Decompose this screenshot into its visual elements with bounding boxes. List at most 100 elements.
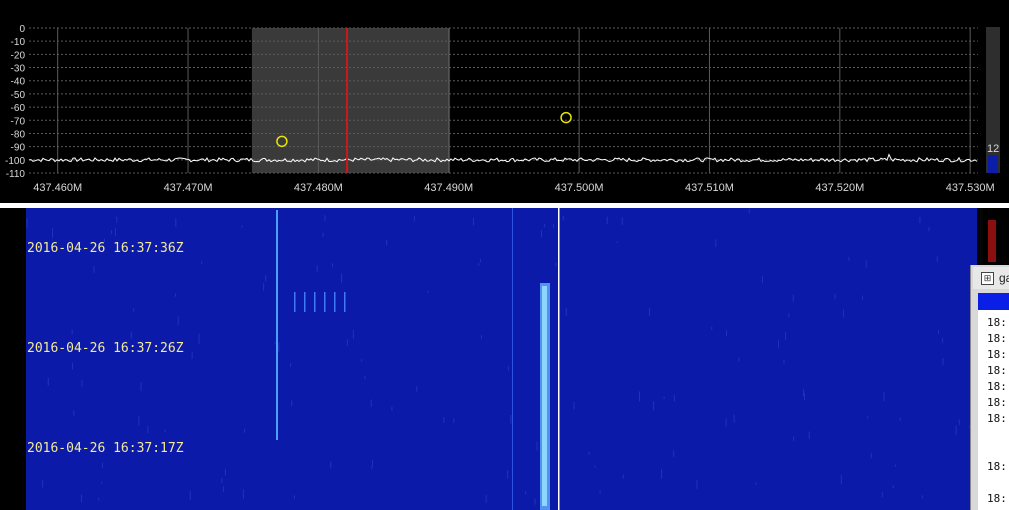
- waterfall-noise: [372, 460, 374, 466]
- waterfall-level-gauge: [988, 220, 996, 262]
- waterfall-noise: [189, 490, 191, 501]
- waterfall-noise: [867, 416, 869, 419]
- waterfall-noise: [293, 495, 295, 499]
- waterfall-noise: [848, 256, 850, 261]
- waterfall-noise: [116, 216, 118, 223]
- overlay-window-titlebar[interactable]: ⊞ ga: [973, 267, 1009, 289]
- waterfall-noise: [416, 386, 418, 392]
- waterfall-noise: [265, 275, 267, 282]
- waterfall-noise: [606, 216, 608, 224]
- waterfall-noise: [93, 265, 95, 273]
- waterfall-faint-burst: [324, 292, 326, 312]
- waterfall-noise: [808, 431, 810, 440]
- y-tick-label: -50: [11, 90, 26, 101]
- waterfall-noise: [111, 230, 113, 235]
- waterfall-noise: [921, 495, 923, 499]
- log-line: 18:: [987, 460, 1007, 473]
- waterfall-noise: [51, 228, 53, 238]
- waterfall-noise: [177, 316, 179, 325]
- x-tick-label: 437.500M: [555, 182, 604, 194]
- waterfall-noise: [71, 329, 73, 335]
- waterfall-noise: [955, 425, 957, 436]
- waterfall-noise: [278, 342, 280, 352]
- waterfall-noise: [958, 419, 960, 425]
- y-tick-label: -70: [11, 116, 26, 127]
- y-tick-label: -100: [5, 156, 25, 167]
- overlay-selection-bar: [978, 293, 1009, 310]
- waterfall-noise: [480, 258, 482, 263]
- y-tick-label: -10: [11, 37, 26, 48]
- waterfall-noise: [198, 333, 200, 344]
- waterfall-timestamp: 2016-04-26 16:37:26Z: [27, 341, 184, 356]
- waterfall-noise: [191, 352, 193, 359]
- waterfall-noise: [748, 208, 750, 214]
- waterfall-noise: [164, 429, 166, 432]
- waterfall-noise: [364, 375, 366, 380]
- waterfall-noise: [223, 486, 225, 492]
- waterfall-noise: [594, 465, 596, 468]
- waterfall-faint-burst: [344, 292, 346, 312]
- waterfall-noise: [711, 326, 713, 330]
- waterfall-noise: [783, 359, 785, 364]
- waterfall-display[interactable]: 2016-04-26 16:37:36Z 2016-04-26 16:37:26…: [0, 208, 1009, 510]
- waterfall-noise: [133, 308, 135, 312]
- waterfall-noise: [73, 410, 75, 416]
- waterfall-noise: [653, 400, 655, 411]
- waterfall-noise: [792, 294, 794, 302]
- waterfall-noise: [507, 470, 509, 479]
- log-line: 18:: [987, 380, 1007, 393]
- log-line: 18:: [987, 396, 1007, 409]
- waterfall-noise: [565, 307, 567, 316]
- waterfall-noise: [80, 494, 82, 503]
- waterfall-noise: [870, 453, 872, 459]
- passband-filter: [251, 28, 451, 173]
- waterfall-noise: [244, 428, 246, 433]
- waterfall-noise: [663, 396, 665, 400]
- waterfall-noise: [175, 218, 177, 227]
- waterfall-noise: [648, 307, 650, 317]
- waterfall-noise: [316, 265, 318, 272]
- waterfall-noise: [480, 335, 482, 339]
- waterfall-noise: [346, 339, 348, 346]
- y-tick-label: -60: [11, 103, 26, 114]
- waterfall-noise: [622, 474, 624, 479]
- waterfall-noise: [525, 490, 527, 495]
- waterfall-noise: [793, 436, 795, 442]
- waterfall-noise: [573, 401, 575, 410]
- waterfall-signal-core: [542, 286, 547, 506]
- waterfall-noise: [726, 330, 728, 336]
- waterfall-noise: [942, 337, 944, 343]
- waterfall-marker-line: [558, 208, 560, 510]
- waterfall-faint-burst: [334, 292, 336, 312]
- waterfall-noise: [322, 232, 324, 238]
- waterfall-noise: [673, 395, 675, 402]
- log-line: 18:: [987, 332, 1007, 345]
- spectrum-plot[interactable]: 0 -10 -20 -30 -40 -50 -60 -70 -80 -90 -100 -110 437.…: [0, 0, 1009, 200]
- log-line: 18:: [987, 412, 1007, 425]
- waterfall-noise: [443, 416, 445, 424]
- x-tick-label: 437.490M: [424, 182, 473, 194]
- waterfall-noise: [761, 276, 763, 284]
- log-line: 18:: [987, 364, 1007, 377]
- overlay-window[interactable]: ⊞ ga 18: 18: 18: 18: 18: 18: 18: 18: 18:: [970, 265, 1009, 510]
- waterfall-noise: [785, 332, 787, 341]
- waterfall-noise: [324, 215, 326, 221]
- log-line: 18:: [987, 492, 1007, 505]
- waterfall-noise: [899, 417, 901, 421]
- waterfall-noise: [555, 262, 557, 267]
- waterfall-noise: [536, 441, 538, 451]
- log-line: 18:: [987, 348, 1007, 361]
- waterfall-noise: [224, 468, 226, 476]
- waterfall-noise: [241, 225, 243, 228]
- waterfall-noise: [472, 217, 474, 226]
- waterfall-noise: [562, 215, 564, 221]
- waterfall-noise: [544, 223, 546, 228]
- waterfall-noise: [894, 464, 896, 467]
- waterfall-noise: [834, 293, 836, 300]
- waterfall-noise: [803, 393, 805, 401]
- waterfall-noise: [733, 414, 735, 423]
- overlay-log-list[interactable]: 18: 18: 18: 18: 18: 18: 18: 18: 18:: [978, 310, 1009, 510]
- waterfall-noise: [788, 312, 790, 318]
- y-tick-label: -40: [11, 77, 26, 88]
- waterfall-noise: [98, 497, 100, 502]
